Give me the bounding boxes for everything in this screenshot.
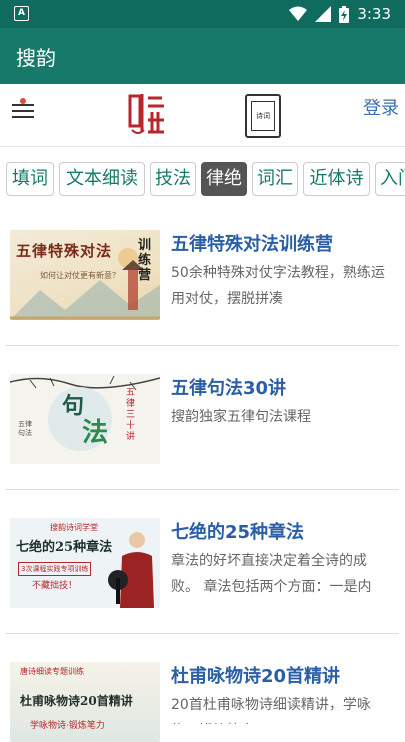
notification-dot: [20, 98, 26, 104]
app-bar: 搜韵: [0, 28, 405, 84]
course-item[interactable]: 搜韵诗词学堂 七绝的25种章法 3次课程实践专项训练 不藏拙技！ 七绝的25种章…: [0, 490, 405, 634]
thumb-top: 唐诗细读专题训练: [20, 667, 84, 676]
tab-tianci[interactable]: 填词: [6, 162, 54, 196]
tab-jifa[interactable]: 技法: [150, 162, 196, 196]
book-icon[interactable]: 诗词: [245, 94, 281, 138]
tab-rumen[interactable]: 入门: [375, 162, 405, 196]
thumb-side: 训练营: [138, 238, 152, 283]
category-tabs: 填词 文本细读 技法 律绝 词汇 近体诗 入门: [0, 146, 405, 203]
login-link[interactable]: 登录: [363, 94, 399, 120]
course-thumbnail[interactable]: 搜韵诗词学堂 七绝的25种章法 3次课程实践专项训练 不藏拙技！: [10, 518, 160, 608]
tab-wenben-xidu[interactable]: 文本细读: [59, 162, 145, 196]
battery-icon: [339, 5, 350, 23]
course-description: 50余种特殊对仗字法教程，熟练运用对仗，摆脱拼凑: [171, 265, 385, 307]
course-description: 20首杜甫咏物诗细读精讲，学咏物，锻炼笔力: [171, 697, 371, 724]
course-title[interactable]: 五律特殊对法训练营: [171, 230, 333, 256]
thumb-subtitle: 如何让对仗更有新意？: [40, 271, 120, 280]
status-bar: A 3:33: [0, 0, 405, 28]
teacher-figure: [108, 532, 154, 608]
site-header: 诗词 登录: [0, 84, 405, 146]
course-thumbnail[interactable]: 唐诗细读专题训练 杜甫咏物诗20首精讲 学咏物诗·锻炼笔力: [10, 662, 160, 742]
wifi-icon: [289, 6, 308, 21]
course-item[interactable]: 五律特殊对法 训练营 如何让对仗更有新意？ 五律特殊对法训练营 50余种特殊对仗…: [0, 202, 405, 346]
app-title: 搜韵: [16, 46, 56, 70]
thumb-big-char: 句: [62, 393, 85, 419]
course-description: 章法的好坏直接决定着全诗的成败。 章法包括两个方面：一是内: [171, 553, 372, 595]
tab-lvjue[interactable]: 律绝: [201, 162, 247, 196]
thumb-side: 五律三十讲: [126, 388, 136, 442]
notification-icon: A: [14, 6, 29, 21]
thumb-big-char: 法: [82, 418, 109, 448]
tab-jintishi[interactable]: 近体诗: [303, 162, 370, 196]
thumb-headline: 杜甫咏物诗20首精讲: [20, 694, 133, 708]
course-title[interactable]: 五律句法30讲: [171, 374, 286, 400]
menu-icon[interactable]: [12, 98, 36, 120]
course-item[interactable]: 句 法 五律三十讲 五律句法 五律句法30讲 搜韵独家五律句法课程: [0, 346, 405, 490]
course-title[interactable]: 七绝的25种章法: [171, 518, 304, 544]
tab-cihui[interactable]: 词汇: [252, 162, 298, 196]
course-description: 搜韵独家五律句法课程: [171, 409, 311, 425]
thumb-headline: 五律特殊对法: [16, 242, 113, 260]
thumb-subtitle: 五律句法: [18, 420, 32, 437]
clock: 3:33: [357, 5, 391, 23]
souyun-logo[interactable]: [128, 92, 168, 136]
signal-icon: [315, 6, 332, 22]
course-item[interactable]: 唐诗细读专题训练 杜甫咏物诗20首精讲 学咏物诗·锻炼笔力 杜甫咏物诗20首精讲…: [0, 634, 405, 742]
course-thumbnail[interactable]: 五律特殊对法 训练营 如何让对仗更有新意？: [10, 230, 160, 320]
course-title[interactable]: 杜甫咏物诗20首精讲: [171, 662, 340, 688]
status-icons: 3:33: [289, 4, 391, 24]
course-thumbnail[interactable]: 句 法 五律三十讲 五律句法: [10, 374, 160, 464]
